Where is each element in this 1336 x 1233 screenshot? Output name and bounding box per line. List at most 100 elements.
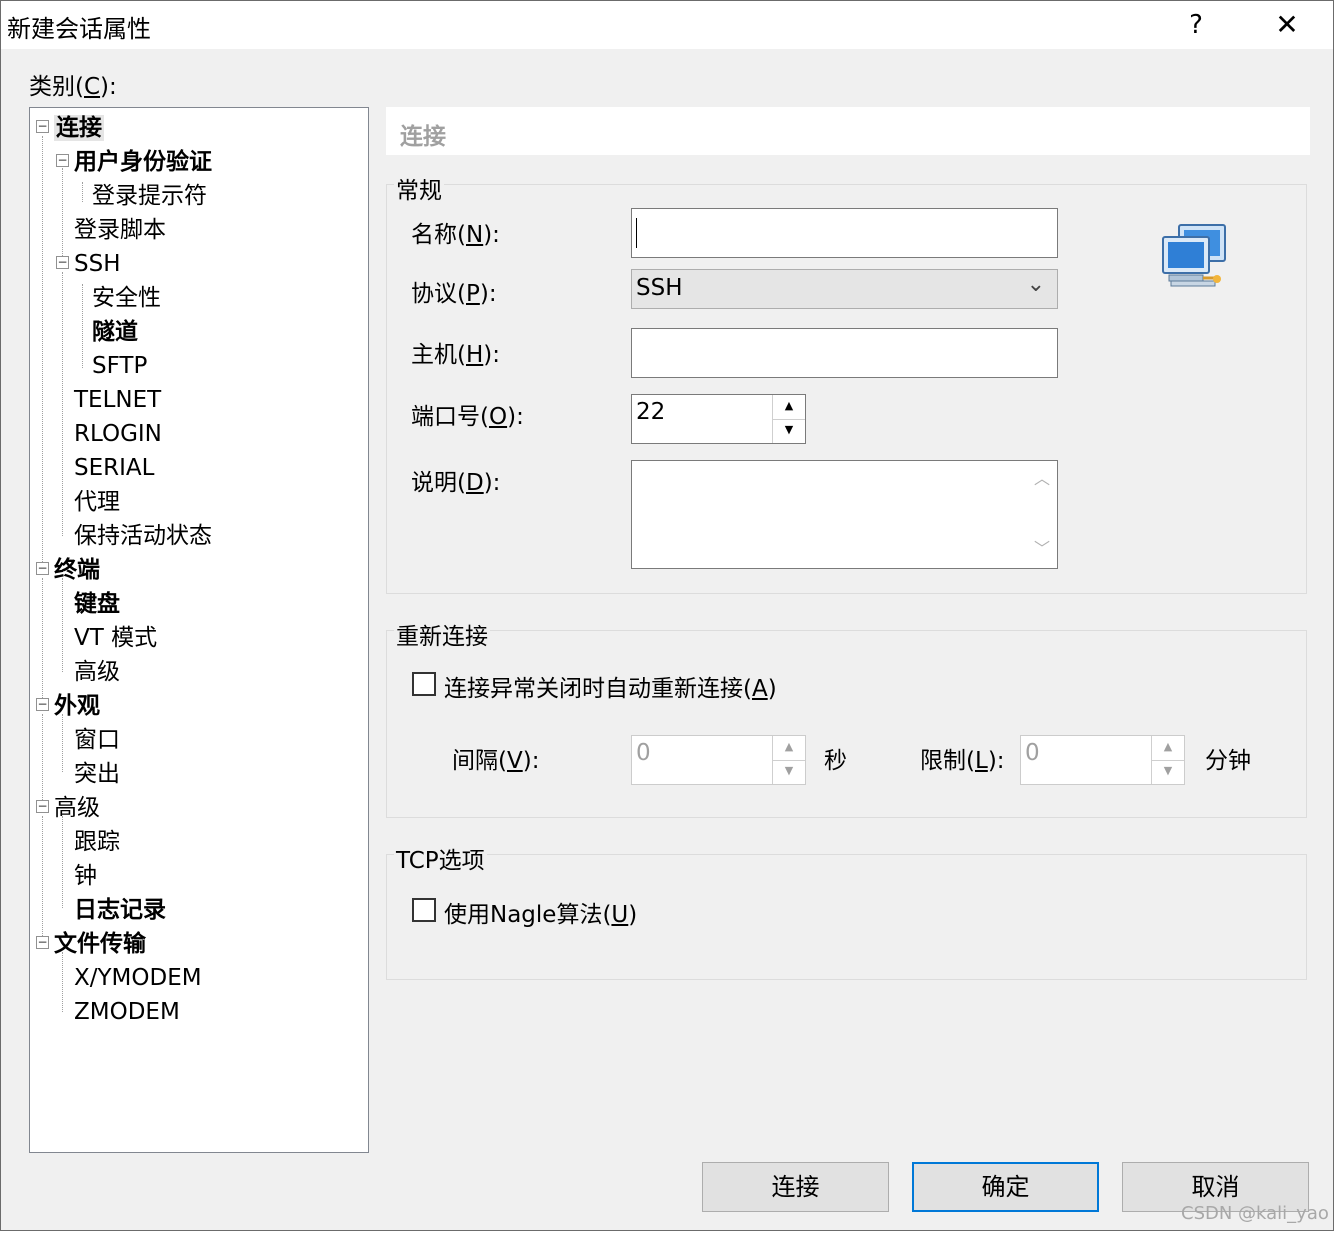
- description-label: 说明(D):: [411, 470, 501, 496]
- tree-connector: [82, 182, 83, 202]
- tree-expander[interactable]: −: [36, 562, 49, 575]
- port-value: 22: [636, 399, 666, 425]
- limit-unit: 分钟: [1205, 748, 1251, 774]
- tree-connector: [62, 168, 63, 266]
- tree-expander[interactable]: −: [56, 154, 69, 167]
- tree-item-zmodem[interactable]: ZMODEM: [74, 996, 180, 1028]
- tree-connector: [42, 578, 43, 698]
- tree-item-bell[interactable]: 钟: [74, 860, 97, 892]
- window-title: 新建会话属性: [7, 15, 151, 43]
- spin-down-icon[interactable]: ▼: [773, 419, 805, 443]
- description-scrollbar[interactable]: ︿ ﹀: [1025, 461, 1057, 568]
- spin-down-icon[interactable]: ▼: [1152, 760, 1184, 784]
- new-session-properties-dialog: 新建会话属性 ? ✕ 类别(C): − 连接 − 用户身份验证 登录提示符 登录…: [0, 0, 1334, 1231]
- tree-item-ssh[interactable]: SSH: [74, 248, 121, 280]
- spin-up-icon[interactable]: ▲: [773, 395, 805, 420]
- name-input[interactable]: [631, 208, 1058, 258]
- spin-down-icon[interactable]: ▼: [773, 760, 805, 784]
- tree-item-proxy[interactable]: 代理: [74, 486, 120, 518]
- tree-connector: [62, 952, 63, 1012]
- nagle-label[interactable]: 使用Nagle算法(U): [444, 895, 637, 929]
- ok-button[interactable]: 确定: [912, 1162, 1099, 1212]
- interval-spinner[interactable]: 0 ▲ ▼: [631, 735, 806, 785]
- tree-item-xymodem[interactable]: X/YMODEM: [74, 962, 202, 994]
- title-bar: 新建会话属性 ? ✕: [1, 1, 1333, 49]
- tree-expander[interactable]: −: [36, 800, 49, 813]
- interval-value: 0: [636, 740, 651, 766]
- tree-item-window[interactable]: 窗口: [74, 724, 120, 756]
- connect-button[interactable]: 连接: [702, 1162, 889, 1212]
- panel-header: 连接: [386, 107, 1310, 155]
- scroll-down-icon[interactable]: ﹀: [1034, 535, 1050, 559]
- tree-expander[interactable]: −: [36, 120, 49, 133]
- tree-connector: [62, 578, 63, 672]
- tree-item-appearance[interactable]: 外观: [54, 690, 100, 722]
- tree-expander[interactable]: −: [36, 698, 49, 711]
- tree-connector: [42, 136, 43, 564]
- panel-title: 连接: [400, 124, 446, 150]
- close-button[interactable]: ✕: [1263, 5, 1311, 45]
- protocol-select[interactable]: SSH ⌄: [631, 269, 1058, 309]
- tree-item-connection[interactable]: 连接: [54, 112, 104, 144]
- port-label: 端口号(O):: [411, 404, 524, 430]
- tree-item-keep-alive[interactable]: 保持活动状态: [74, 520, 212, 552]
- tree-item-trace[interactable]: 跟踪: [74, 826, 120, 858]
- nagle-checkbox[interactable]: [412, 898, 436, 922]
- name-label: 名称(N):: [411, 222, 500, 248]
- port-spinner[interactable]: 22 ▲ ▼: [631, 394, 806, 444]
- tree-item-vt-mode[interactable]: VT 模式: [74, 622, 157, 654]
- scroll-up-icon[interactable]: ︿: [1034, 465, 1050, 489]
- tree-item-highlight[interactable]: 突出: [74, 758, 120, 790]
- tree-connector: [62, 272, 63, 536]
- category-label: 类别(C):: [29, 74, 117, 100]
- host-label: 主机(H):: [411, 342, 501, 368]
- spin-up-icon[interactable]: ▲: [773, 736, 805, 761]
- tree-connector: [62, 714, 63, 772]
- limit-spinner[interactable]: 0 ▲ ▼: [1020, 735, 1185, 785]
- limit-spin-buttons: ▲ ▼: [1151, 736, 1184, 784]
- limit-value: 0: [1025, 740, 1040, 766]
- tree-connector: [82, 284, 83, 368]
- watermark: CSDN @kali_yao: [1181, 1203, 1329, 1224]
- reconnect-group: [386, 630, 1307, 818]
- tree-item-serial[interactable]: SERIAL: [74, 452, 154, 484]
- spin-up-icon[interactable]: ▲: [1152, 736, 1184, 761]
- tree-item-security[interactable]: 安全性: [92, 282, 161, 314]
- tree-item-login-script[interactable]: 登录脚本: [74, 214, 166, 246]
- host-input[interactable]: [631, 328, 1058, 378]
- text-cursor: [636, 218, 637, 248]
- tcp-options-group-title: TCP选项: [394, 841, 487, 875]
- protocol-label: 协议(P):: [411, 281, 497, 307]
- limit-label: 限制(L):: [920, 748, 1005, 774]
- tree-item-logging[interactable]: 日志记录: [74, 894, 166, 926]
- tree-item-user-auth[interactable]: 用户身份验证: [74, 146, 212, 178]
- tree-item-terminal-advanced[interactable]: 高级: [74, 656, 120, 688]
- tree-connector: [42, 816, 43, 938]
- port-spin-buttons: ▲ ▼: [772, 395, 805, 443]
- tree-connector: [42, 714, 43, 804]
- tree-item-file-transfer[interactable]: 文件传输: [54, 928, 146, 960]
- interval-label: 间隔(V):: [452, 748, 540, 774]
- tree-connector: [62, 816, 63, 908]
- tree-item-keyboard[interactable]: 键盘: [74, 588, 120, 620]
- tree-item-tunnel[interactable]: 隧道: [92, 316, 138, 348]
- tree-expander[interactable]: −: [36, 936, 49, 949]
- tree-item-sftp[interactable]: SFTP: [92, 350, 147, 382]
- network-computers-icon: [1162, 224, 1226, 287]
- category-tree[interactable]: − 连接 − 用户身份验证 登录提示符 登录脚本 − SSH 安全性 隧道 SF…: [29, 107, 369, 1153]
- tree-item-rlogin[interactable]: RLOGIN: [74, 418, 162, 450]
- tree-expander[interactable]: −: [56, 256, 69, 269]
- chevron-down-icon: ⌄: [1026, 272, 1045, 297]
- tree-item-login-prompts[interactable]: 登录提示符: [92, 180, 207, 212]
- auto-reconnect-label[interactable]: 连接异常关闭时自动重新连接(A): [444, 669, 777, 703]
- tree-item-telnet[interactable]: TELNET: [74, 384, 161, 416]
- interval-spin-buttons: ▲ ▼: [772, 736, 805, 784]
- help-button[interactable]: ?: [1173, 5, 1219, 45]
- auto-reconnect-checkbox[interactable]: [412, 672, 436, 696]
- tree-item-advanced[interactable]: 高级: [54, 792, 100, 824]
- general-group-title: 常规: [394, 171, 444, 205]
- interval-unit: 秒: [824, 748, 847, 774]
- reconnect-group-title: 重新连接: [394, 617, 490, 651]
- tree-item-terminal[interactable]: 终端: [54, 554, 100, 586]
- description-textarea[interactable]: ︿ ﹀: [631, 460, 1058, 569]
